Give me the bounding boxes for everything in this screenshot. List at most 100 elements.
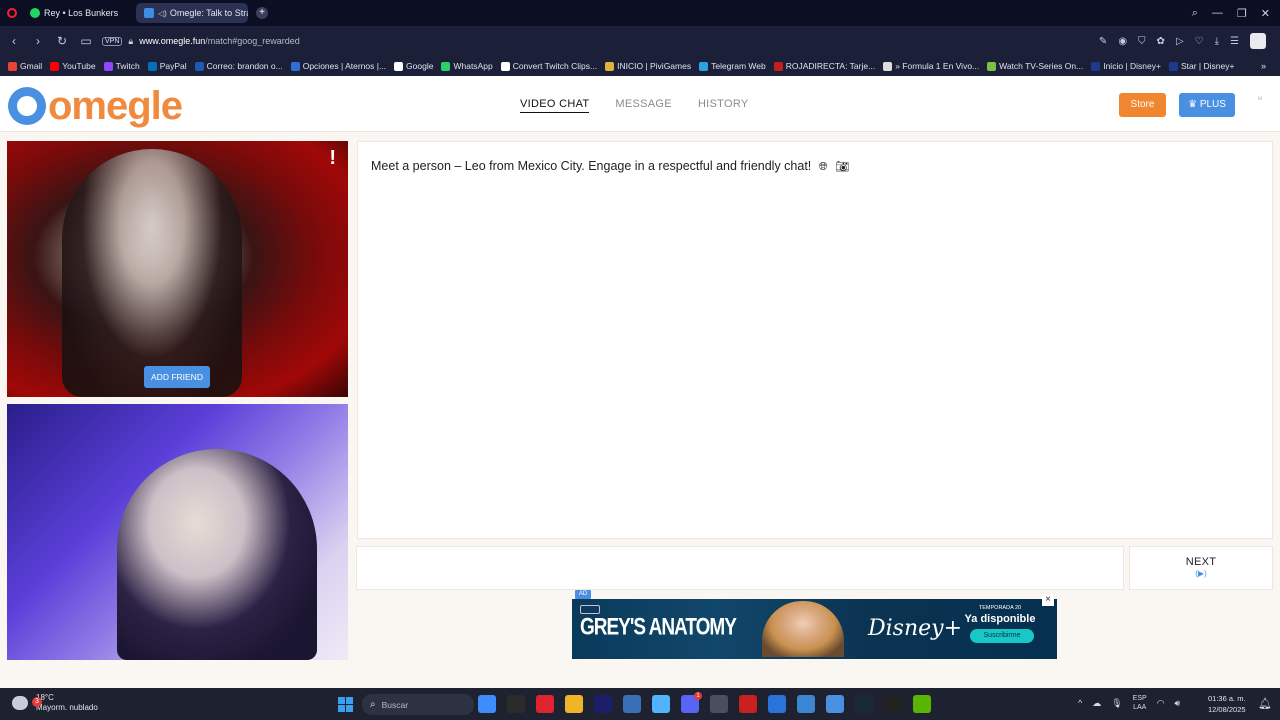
bookmark-item[interactable]: Convert Twitch Clips... xyxy=(500,61,597,71)
snipping-icon[interactable] xyxy=(797,695,815,713)
profile-extension-icon[interactable] xyxy=(1250,33,1266,49)
weather-widget[interactable]: 3 18°C Mayorm. nublado xyxy=(12,693,98,713)
player-icon[interactable]: ▷ xyxy=(1176,36,1184,47)
volume-icon[interactable]: 🔊︎ xyxy=(1175,698,1181,709)
close-window-icon[interactable]: ✕ xyxy=(1261,7,1270,20)
notification-badge: 3 xyxy=(32,697,42,707)
forward-icon[interactable]: › xyxy=(28,34,48,48)
weather-text: 18°C Mayorm. nublado xyxy=(36,693,98,713)
bookmark-item[interactable]: Twitch xyxy=(103,61,140,71)
message-input[interactable] xyxy=(356,546,1124,590)
bookmark-label: Twitch xyxy=(115,61,140,71)
ad-subscribe-button[interactable]: Suscribirme xyxy=(970,629,1034,643)
bookmark-item[interactable]: Google xyxy=(394,61,433,71)
bookmark-label: ROJADIRECTA: Tarje... xyxy=(785,61,876,71)
camera-icon[interactable]: ◉ xyxy=(1118,36,1127,47)
clock[interactable]: 01:36 a. m. 12/08/2025 xyxy=(1208,693,1246,715)
taskbar-search[interactable]: ⌕ Buscar xyxy=(362,694,474,715)
url-field[interactable]: www.omegle.fun/match#goog_rewarded xyxy=(139,36,300,46)
bookmark-item[interactable]: Opciones | Aternos |... xyxy=(290,61,386,71)
bookmark-favicon-icon xyxy=(441,61,451,71)
wifi-icon[interactable]: ◠ xyxy=(1157,698,1165,709)
bookmark-favicon-icon xyxy=(987,61,997,71)
heart-icon[interactable]: ♡ xyxy=(1195,36,1204,47)
tab-music[interactable]: Rey • Los Bunkers xyxy=(22,3,128,23)
speaker-icon[interactable]: ◁) xyxy=(158,9,167,18)
windows-start-icon[interactable] xyxy=(338,697,353,712)
bookmark-item[interactable]: YouTube xyxy=(50,61,96,71)
back-icon[interactable]: ‹ xyxy=(4,34,24,48)
chevron-up-icon[interactable]: ^ xyxy=(1078,698,1082,708)
store-icon[interactable] xyxy=(768,695,786,713)
store-button[interactable]: Store xyxy=(1119,93,1166,117)
add-friend-button[interactable]: ADD FRIEND xyxy=(144,366,210,388)
bookmark-item[interactable]: Star | Disney+ xyxy=(1168,61,1234,71)
steam-icon[interactable] xyxy=(855,695,873,713)
bookmark-item[interactable]: Telegram Web xyxy=(699,61,766,71)
minimize-icon[interactable]: — xyxy=(1212,7,1223,20)
onedrive-icon[interactable]: ☁ xyxy=(1092,698,1101,709)
browser-icon[interactable] xyxy=(739,695,757,713)
url-path: /match#goog_rewarded xyxy=(205,36,300,46)
tab-search-icon[interactable]: ⌕ xyxy=(1192,7,1198,20)
bookmark-favicon-icon xyxy=(500,61,510,71)
file-explorer-icon[interactable] xyxy=(507,695,525,713)
more-bookmarks-icon[interactable]: » xyxy=(1261,61,1266,71)
edit-icon[interactable]: ✎ xyxy=(1099,36,1107,47)
bookmark-item[interactable]: ROJADIRECTA: Tarje... xyxy=(773,61,876,71)
bookmark-favicon-icon xyxy=(883,61,893,71)
lock-icon[interactable]: 🔒︎ xyxy=(128,36,133,47)
notifications-icon[interactable]: 🔔︎ xyxy=(1258,697,1272,710)
extensions-icon[interactable]: ✿ xyxy=(1157,36,1165,47)
photos-icon[interactable] xyxy=(826,695,844,713)
discord-icon[interactable]: 1 xyxy=(681,692,702,713)
bookmark-item[interactable]: PayPal xyxy=(147,61,187,71)
report-icon[interactable]: ! xyxy=(329,147,336,170)
visual-studio-icon[interactable] xyxy=(623,695,641,713)
ad-close-icon[interactable]: × xyxy=(1042,594,1054,606)
nav-history[interactable]: HISTORY xyxy=(698,98,749,113)
vpn-badge[interactable]: VPN xyxy=(102,36,123,46)
settings-icon[interactable] xyxy=(710,695,728,713)
ad-banner[interactable]: GREY'S ANATOMY Disney+ TEMPORADA 20 Ya d… xyxy=(572,599,1057,659)
bookmark-item[interactable]: Inicio | Disney+ xyxy=(1091,61,1161,71)
bookmark-item[interactable]: Gmail xyxy=(8,61,42,71)
language-indicator[interactable]: ESP LAA xyxy=(1133,694,1147,712)
bookmark-item[interactable]: » Formula 1 En Vivo... xyxy=(883,61,979,71)
nav-video-chat[interactable]: VIDEO CHAT xyxy=(520,98,590,113)
bookmark-item[interactable]: WhatsApp xyxy=(441,61,493,71)
nvidia-icon[interactable] xyxy=(913,695,931,713)
profile-icon[interactable]: ⚇ xyxy=(1250,96,1270,112)
mic-icon[interactable]: 🎙︎ xyxy=(1111,698,1122,709)
plus-button[interactable]: ♛ PLUS xyxy=(1179,93,1235,117)
clock-date: 12/08/2025 xyxy=(1208,705,1246,714)
new-tab-icon[interactable]: + xyxy=(256,7,268,19)
next-button[interactable]: NEXT (▶) xyxy=(1129,546,1273,590)
bookmark-label: Telegram Web xyxy=(711,61,766,71)
menu-icon[interactable]: ☰ xyxy=(1230,36,1239,47)
nav-message[interactable]: MESSAGE xyxy=(615,98,672,113)
restore-icon[interactable]: ❐ xyxy=(1237,7,1247,20)
copilot-icon[interactable] xyxy=(652,695,670,713)
ad-availability: Ya disponible xyxy=(964,613,1036,625)
epic-games-icon[interactable] xyxy=(884,695,902,713)
shield-icon[interactable]: ⛉ xyxy=(1138,36,1146,47)
bookmark-item[interactable]: INICIO | PiviGames xyxy=(605,61,691,71)
ad-brand: Disney+ xyxy=(868,616,963,641)
tab-title: Rey • Los Bunkers xyxy=(44,8,119,18)
omegle-logo[interactable]: omegle xyxy=(8,86,183,126)
folder-icon[interactable] xyxy=(565,695,583,713)
tab-island-icon[interactable]: ▭ xyxy=(76,34,96,48)
opera-menu-icon[interactable] xyxy=(7,8,17,18)
premiere-icon[interactable] xyxy=(594,695,612,713)
bookmark-item[interactable]: Watch TV-Series On... xyxy=(987,61,1083,71)
bookmark-label: » Formula 1 En Vivo... xyxy=(895,61,980,71)
download-icon[interactable]: ⤓ xyxy=(1215,36,1219,47)
browser-tab-bar: Rey • Los Bunkers ◁) Omegle: Talk to Str… xyxy=(0,0,1280,26)
tab-omegle[interactable]: ◁) Omegle: Talk to Stran xyxy=(136,3,248,23)
opera-icon[interactable] xyxy=(536,695,554,713)
bookmark-favicon-icon xyxy=(1168,61,1178,71)
bookmark-item[interactable]: Correo: brandon o... xyxy=(194,61,283,71)
widgets-icon[interactable] xyxy=(478,695,496,713)
reload-icon[interactable]: ↻ xyxy=(52,34,72,48)
